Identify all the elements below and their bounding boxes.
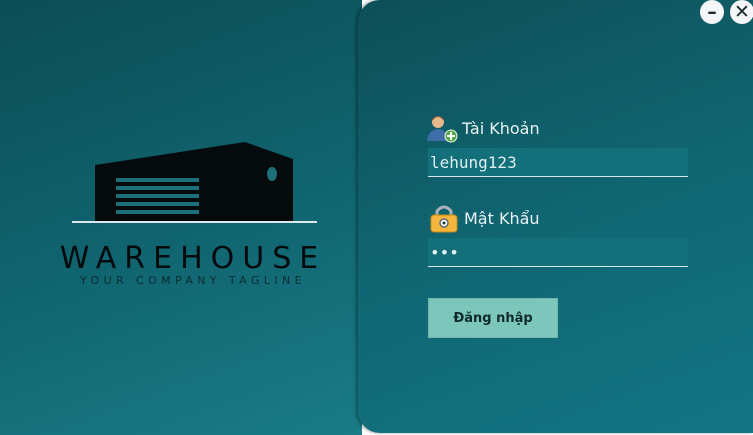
password-label: Mật Khẩu xyxy=(464,208,540,228)
password-input[interactable] xyxy=(428,238,688,267)
username-label: Tài Khoản xyxy=(462,118,540,138)
warehouse-building-icon xyxy=(72,142,317,223)
padlock-icon xyxy=(430,205,458,233)
close-button[interactable]: ✕ xyxy=(730,0,753,24)
minimize-button[interactable]: – xyxy=(700,0,724,24)
login-panel xyxy=(358,0,753,433)
logo-wordmark: WAREHOUSE xyxy=(59,241,327,276)
user-add-icon xyxy=(427,116,458,143)
username-label-row: Tài Khoản xyxy=(426,113,540,143)
logo-tagline: YOUR COMPANY TAGLINE xyxy=(80,274,306,287)
password-label-row: Mật Khẩu xyxy=(428,202,540,234)
username-input[interactable] xyxy=(428,148,688,177)
branding-panel: WAREHOUSE YOUR COMPANY TAGLINE xyxy=(0,0,362,435)
warehouse-logo: WAREHOUSE YOUR COMPANY TAGLINE xyxy=(40,135,350,295)
login-button[interactable]: Đăng nhập xyxy=(428,298,558,338)
